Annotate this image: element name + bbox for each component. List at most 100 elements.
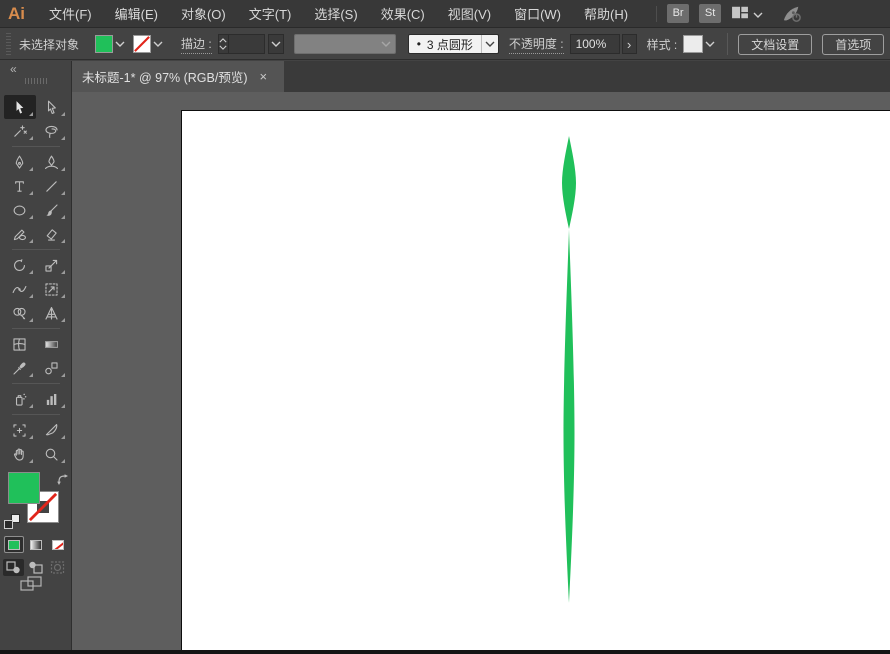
paintbrush-tool-icon[interactable] [36, 198, 68, 222]
default-fill-stroke-icon[interactable] [4, 514, 22, 530]
collapse-panel-icon[interactable]: « [10, 62, 17, 76]
stroke-color-dropdown[interactable] [151, 35, 165, 53]
menu-edit[interactable]: 编辑(E) [115, 4, 158, 23]
drawing-mode-buttons [0, 559, 71, 576]
menu-view[interactable]: 视图(V) [448, 4, 491, 23]
bridge-button[interactable]: Br [667, 4, 690, 23]
style-dropdown[interactable] [703, 35, 717, 53]
column-graph-tool-icon[interactable] [36, 387, 68, 411]
green-leaf-brush-stroke[interactable] [547, 133, 591, 605]
ellipse-tool-icon[interactable] [4, 198, 36, 222]
stroke-weight-dropdown[interactable] [267, 34, 284, 54]
leaf-blade-shape [563, 229, 575, 603]
menu-effect[interactable]: 效果(C) [381, 4, 425, 23]
stroke-weight-stepper [217, 34, 284, 54]
shaper-tool-icon[interactable] [4, 222, 36, 246]
tab-close-icon[interactable]: × [260, 69, 268, 84]
fill-color-swatch[interactable] [95, 35, 114, 53]
menu-help[interactable]: 帮助(H) [584, 4, 628, 23]
tools-panel-grip[interactable] [25, 78, 47, 84]
line-segment-tool-icon[interactable] [36, 174, 68, 198]
workspace-switcher-button[interactable] [731, 5, 763, 23]
shape-builder-tool-icon[interactable] [4, 301, 36, 325]
draw-normal-icon[interactable] [3, 559, 24, 576]
perspective-grid-tool-icon[interactable] [36, 301, 68, 325]
zoom-tool-icon[interactable] [36, 442, 68, 466]
stepper-arrows[interactable] [217, 34, 229, 54]
pasteboard[interactable] [72, 92, 890, 650]
document-tab-bar: « 未标题-1* @ 97% (RGB/预览) × [0, 61, 890, 92]
stroke-color-swatch-none[interactable] [133, 35, 152, 53]
curvature-tool-icon[interactable] [36, 150, 68, 174]
magic-wand-tool-icon[interactable] [4, 119, 36, 143]
menubar-divider [656, 5, 658, 22]
gradient-button[interactable] [26, 536, 46, 553]
direct-selection-tool-icon[interactable] [36, 95, 68, 119]
opacity-more-button[interactable]: › [621, 34, 637, 54]
menu-type[interactable]: 文字(T) [249, 4, 292, 23]
fill-well-active[interactable] [8, 472, 40, 504]
free-transform-tool-icon[interactable] [36, 277, 68, 301]
gradient-tool-icon[interactable] [36, 332, 68, 356]
tools-divider [11, 146, 60, 147]
menubar-right-cluster: Br St [656, 4, 803, 23]
type-tool-icon[interactable] [4, 174, 36, 198]
menu-object[interactable]: 对象(O) [181, 4, 226, 23]
style-swatch[interactable] [683, 35, 704, 53]
fill-color-control [95, 35, 127, 53]
menu-select[interactable]: 选择(S) [314, 4, 357, 23]
eraser-tool-icon[interactable] [36, 222, 68, 246]
brush-value: • 3 点圆形 [416, 37, 473, 52]
selection-tool-icon[interactable] [3, 95, 36, 119]
preferences-button[interactable]: 首选项 [822, 33, 885, 55]
artboard[interactable] [181, 110, 890, 650]
document-tab[interactable]: 未标题-1* @ 97% (RGB/预览) × [72, 61, 284, 92]
opacity-label[interactable]: 不透明度 : [508, 35, 564, 54]
screen-mode-icon[interactable] [20, 576, 42, 595]
tools-divider [11, 383, 60, 384]
menu-file[interactable]: 文件(F) [49, 4, 92, 23]
main-menus: 文件(F) 编辑(E) 对象(O) 文字(T) 选择(S) 效果(C) 视图(V… [49, 4, 628, 23]
brush-dropdown-chevron[interactable] [480, 35, 498, 53]
leaf-top-shape [562, 136, 576, 229]
none-button[interactable] [48, 536, 68, 553]
eyedropper-tool-icon[interactable] [4, 356, 36, 380]
swap-fill-stroke-icon[interactable] [56, 473, 69, 486]
fill-color-dropdown[interactable] [113, 35, 127, 53]
scale-tool-icon[interactable] [36, 253, 68, 277]
menu-bar: Ai 文件(F) 编辑(E) 对象(O) 文字(T) 选择(S) 效果(C) 视… [0, 0, 890, 28]
menu-window[interactable]: 窗口(W) [514, 4, 561, 23]
slice-tool-icon[interactable] [36, 418, 68, 442]
app-logo: Ai [8, 3, 25, 23]
brush-definition-dropdown[interactable]: • 3 点圆形 [407, 34, 499, 54]
stroke-weight-label[interactable]: 描边 : [181, 35, 212, 54]
blend-tool-icon[interactable] [36, 356, 68, 380]
artboard-tool-icon[interactable] [4, 418, 36, 442]
color-button[interactable] [3, 536, 24, 553]
tools-grid [0, 92, 71, 466]
draw-inside-icon [47, 559, 68, 576]
mesh-tool-icon[interactable] [4, 332, 36, 356]
tools-divider [11, 249, 60, 250]
brush-dot-preview: • [416, 37, 421, 51]
hand-tool-icon[interactable] [4, 442, 36, 466]
width-tool-icon[interactable] [4, 277, 36, 301]
stock-button[interactable]: St [699, 4, 722, 23]
selection-status-text: 未选择对象 [19, 37, 80, 52]
chevron-down-icon [753, 6, 763, 21]
document-tab-title: 未标题-1* @ 97% (RGB/预览) [82, 71, 248, 85]
stroke-weight-input[interactable] [228, 34, 265, 54]
tools-panel [0, 92, 72, 650]
opacity-input[interactable]: 100% [569, 34, 620, 54]
main-area [0, 92, 890, 650]
rotate-tool-icon[interactable] [4, 253, 36, 277]
pen-tool-icon[interactable] [4, 150, 36, 174]
style-label: 样式 : [646, 37, 678, 52]
gpu-performance-rocket-icon[interactable] [781, 5, 803, 23]
stroke-color-control [133, 35, 165, 53]
panel-grip-handle[interactable] [6, 33, 11, 55]
document-setup-button[interactable]: 文档设置 [738, 33, 813, 55]
lasso-tool-icon[interactable] [36, 119, 68, 143]
draw-behind-icon[interactable] [25, 559, 46, 576]
symbol-sprayer-tool-icon[interactable] [4, 387, 36, 411]
